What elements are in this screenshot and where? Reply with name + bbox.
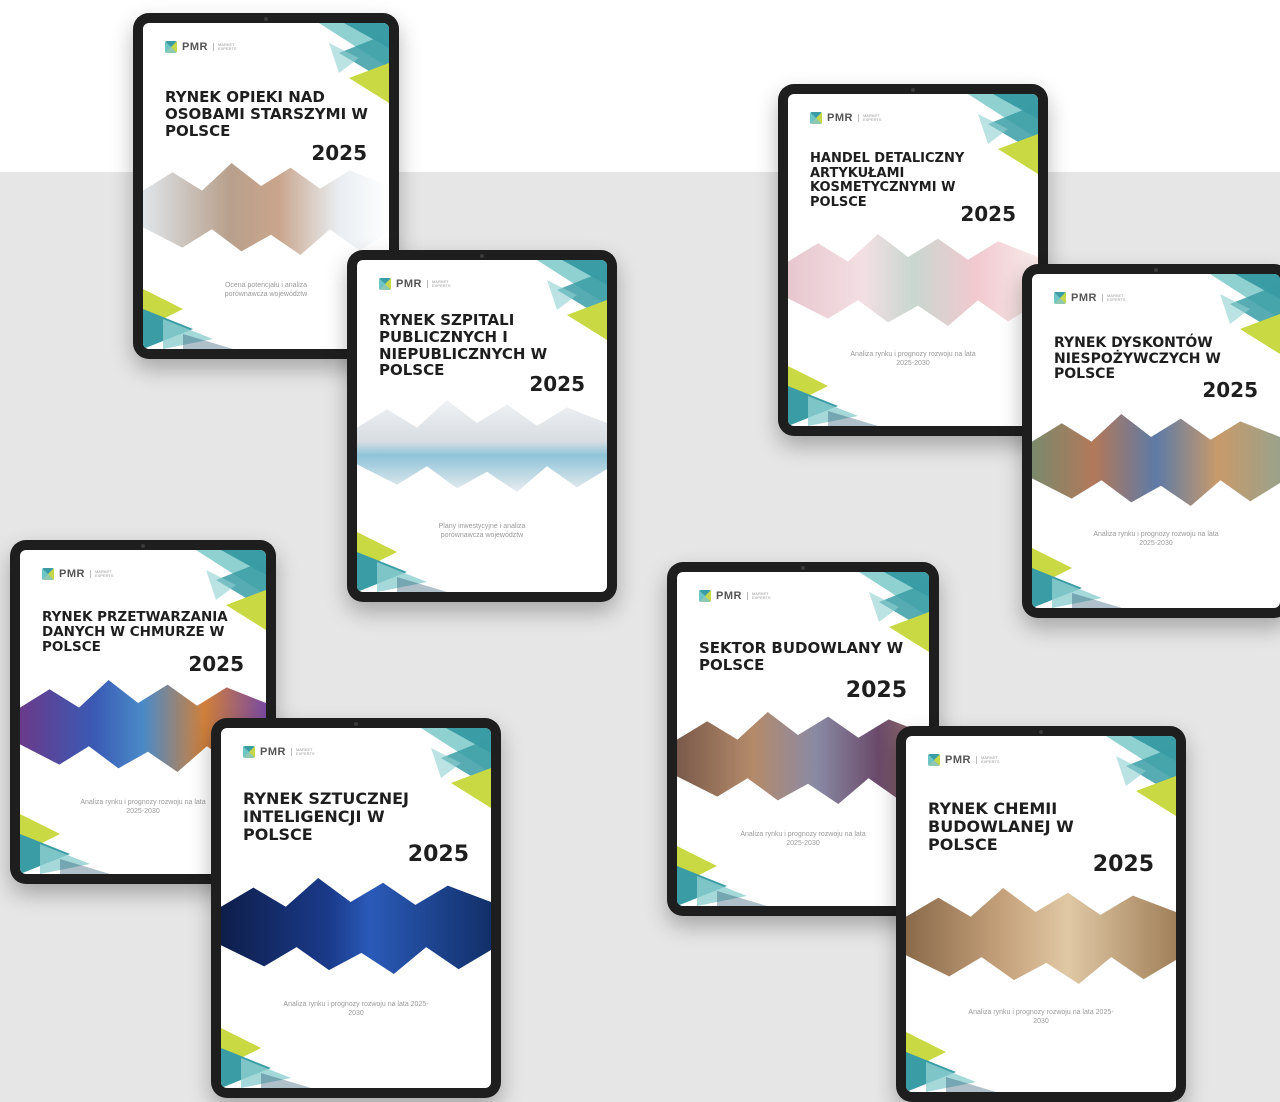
report-tablet[interactable]: PMR MARKET EXPERTS RYNEK SZPITALI PUBLICZ… — [347, 250, 617, 602]
cover-image-band — [357, 400, 607, 492]
cube-icon — [165, 41, 177, 53]
tablet-camera — [141, 544, 145, 548]
cover-image-band — [1032, 414, 1280, 506]
report-tablet[interactable]: PMR MARKET EXPERTS HANDEL DETALICZNY ARTY… — [778, 84, 1048, 436]
report-cover: PMR MARKET EXPERTS SEKTOR BUDOWLANY W POL… — [677, 572, 929, 906]
report-year: 2025 — [188, 652, 244, 676]
tablet-camera — [911, 88, 915, 92]
logo-text: PMR — [1071, 292, 1097, 304]
logo-tagline: MARKET EXPERTS — [1101, 294, 1131, 302]
report-title: RYNEK DYSKONTÓW NIESPOŻYWCZYCH W POLSCE — [1054, 335, 1221, 383]
tablet-camera — [1154, 268, 1158, 272]
report-year: 2025 — [1092, 852, 1154, 877]
cover-image-band — [788, 234, 1038, 326]
triangle-pattern-bottom-left — [906, 1022, 996, 1092]
tablet-camera — [801, 566, 805, 570]
logo-tagline: MARKET EXPERTS — [290, 748, 320, 756]
report-year: 2025 — [311, 141, 367, 165]
cube-icon — [699, 590, 711, 602]
pmr-logo: PMR MARKET EXPERTS — [165, 41, 242, 53]
report-title: RYNEK CHEMII BUDOWLANEJ W POLSCE — [928, 799, 1074, 854]
report-title: RYNEK PRZETWARZANIA DANYCH W CHMURZE W P… — [42, 609, 228, 656]
logo-text: PMR — [945, 754, 971, 766]
tablet-camera — [1039, 730, 1043, 734]
triangle-pattern-bottom-left — [357, 522, 447, 592]
triangle-pattern-bottom-left — [20, 804, 110, 874]
logo-text: PMR — [59, 568, 85, 580]
cube-icon — [42, 568, 54, 580]
logo-tagline: MARKET EXPERTS — [426, 280, 456, 288]
tablet-camera — [264, 17, 268, 21]
cover-image-band — [143, 163, 389, 255]
report-cover: PMR MARKET EXPERTS RYNEK SZTUCZNEJ INTELI… — [221, 728, 491, 1088]
logo-tagline: MARKET EXPERTS — [857, 114, 887, 122]
cube-icon — [1054, 292, 1066, 304]
report-title: SEKTOR BUDOWLANY W POLSCE — [699, 639, 904, 674]
report-subtitle: Analiza rynku i prognozy rozwoju na lata… — [283, 1001, 429, 1018]
triangle-pattern-bottom-left — [1032, 538, 1122, 608]
report-year: 2025 — [1202, 378, 1258, 402]
logo-tagline: MARKET EXPERTS — [212, 43, 242, 51]
cube-icon — [928, 754, 940, 766]
report-cover: PMR MARKET EXPERTS RYNEK SZPITALI PUBLICZ… — [357, 260, 607, 592]
triangle-pattern-bottom-left — [677, 836, 767, 906]
pmr-logo: PMR MARKET EXPERTS — [810, 112, 887, 124]
logo-text: PMR — [716, 590, 742, 602]
cover-image-band — [677, 712, 929, 804]
logo-text: PMR — [396, 278, 422, 290]
pmr-logo: PMR MARKET EXPERTS — [928, 754, 1005, 766]
report-tablet[interactable]: PMR MARKET EXPERTS RYNEK CHEMII BUDOWLANE… — [896, 726, 1186, 1102]
cube-icon — [379, 278, 391, 290]
report-cover: PMR MARKET EXPERTS RYNEK CHEMII BUDOWLANE… — [906, 736, 1176, 1092]
report-year: 2025 — [845, 678, 907, 703]
pmr-logo: PMR MARKET EXPERTS — [379, 278, 456, 290]
logo-text: PMR — [827, 112, 853, 124]
logo-tagline: MARKET EXPERTS — [975, 756, 1005, 764]
report-title: RYNEK SZPITALI PUBLICZNYCH I NIEPUBLICZN… — [379, 311, 548, 380]
triangle-pattern-bottom-left — [788, 356, 878, 426]
report-title: RYNEK OPIEKI NAD OSOBAMI STARSZYMI W POL… — [165, 88, 368, 140]
report-title: RYNEK SZTUCZNEJ INTELIGENCJI W POLSCE — [243, 789, 409, 844]
logo-tagline: MARKET EXPERTS — [746, 592, 776, 600]
report-tablet[interactable]: PMR MARKET EXPERTS RYNEK SZTUCZNEJ INTELI… — [211, 718, 501, 1098]
pmr-logo: PMR MARKET EXPERTS — [1054, 292, 1131, 304]
pmr-logo: PMR MARKET EXPERTS — [42, 568, 119, 580]
cover-image-band — [906, 888, 1176, 984]
report-year: 2025 — [529, 372, 585, 396]
report-year: 2025 — [960, 202, 1016, 226]
cover-image-band — [221, 878, 491, 974]
cube-icon — [810, 112, 822, 124]
report-cover: PMR MARKET EXPERTS RYNEK DYSKONTÓW NIESPO… — [1032, 274, 1280, 608]
report-year: 2025 — [407, 842, 469, 867]
pmr-logo: PMR MARKET EXPERTS — [699, 590, 776, 602]
report-cover: PMR MARKET EXPERTS HANDEL DETALICZNY ARTY… — [788, 94, 1038, 426]
cube-icon — [243, 746, 255, 758]
logo-text: PMR — [182, 41, 208, 53]
logo-tagline: MARKET EXPERTS — [89, 570, 119, 578]
triangle-pattern-bottom-left — [221, 1018, 311, 1088]
tablet-camera — [480, 254, 484, 258]
triangle-pattern-bottom-left — [143, 279, 233, 349]
report-tablet[interactable]: PMR MARKET EXPERTS RYNEK DYSKONTÓW NIESPO… — [1022, 264, 1280, 618]
tablet-camera — [354, 722, 358, 726]
logo-text: PMR — [260, 746, 286, 758]
pmr-logo: PMR MARKET EXPERTS — [243, 746, 320, 758]
